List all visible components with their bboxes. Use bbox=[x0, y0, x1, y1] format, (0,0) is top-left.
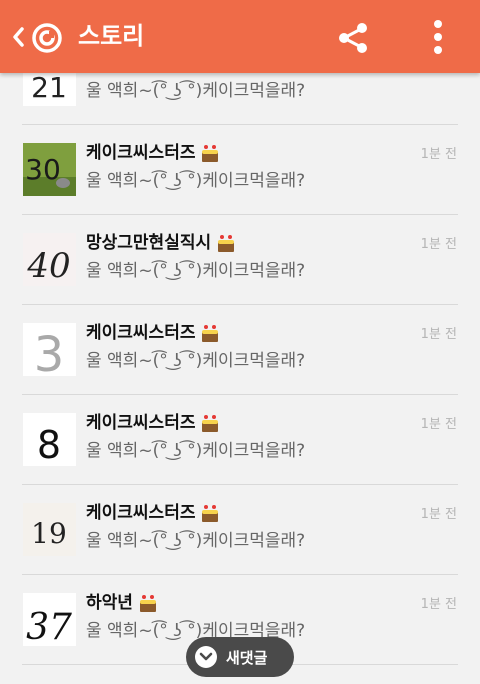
author-name: 망상그만현실직시 bbox=[86, 233, 212, 253]
author-name: 케이크씨스터즈 bbox=[86, 413, 196, 433]
avatar-label: 21 bbox=[31, 71, 67, 104]
new-comment-label: 새댓글 bbox=[226, 648, 268, 667]
avatar-label: 37 bbox=[26, 607, 72, 646]
avatar[interactable]: 40 bbox=[23, 233, 76, 286]
comment-author[interactable]: 케이크씨스터즈 bbox=[86, 411, 219, 435]
comment-time: 1분 전 bbox=[420, 327, 457, 342]
avatar[interactable]: 30 bbox=[23, 143, 76, 196]
back-button[interactable] bbox=[4, 20, 32, 54]
comment-author[interactable]: 케이크씨스터즈 bbox=[86, 321, 219, 345]
new-comment-button[interactable]: 새댓글 bbox=[186, 637, 294, 677]
avatar[interactable]: 37 bbox=[23, 593, 76, 646]
chevron-left-icon bbox=[13, 27, 24, 47]
comment-time: 1분 전 bbox=[420, 597, 457, 612]
avatar[interactable]: 19 bbox=[23, 503, 76, 556]
cake-icon bbox=[139, 593, 157, 613]
comment-row[interactable]: 19 케이크씨스터즈 1분 전 울 액희~(͡° ͜ʖ ͡°)케이크먹을래? bbox=[0, 485, 480, 575]
cake-icon bbox=[201, 143, 219, 163]
avatar[interactable]: 3 bbox=[23, 323, 76, 376]
cake-icon bbox=[201, 503, 219, 523]
comment-message: 울 액희~(͡° ͜ʖ ͡°)케이크먹을래? bbox=[86, 171, 306, 191]
share-icon bbox=[339, 23, 367, 53]
more-vertical-icon bbox=[434, 20, 442, 54]
app-logo-icon[interactable] bbox=[31, 22, 63, 54]
page-title: 스토리 bbox=[78, 22, 145, 50]
avatar-label: 40 bbox=[26, 246, 70, 286]
comment-message: 울 액희~(͡° ͜ʖ ͡°)케이크먹을래? bbox=[86, 351, 306, 371]
comment-row[interactable]: 30 케이크씨스터즈 1분 전 울 액희~(͡° ͜ʖ ͡°)케이크먹을래? bbox=[0, 125, 480, 215]
avatar-label: 30 bbox=[25, 153, 61, 186]
comment-row[interactable]: 8 케이크씨스터즈 1분 전 울 액희~(͡° ͜ʖ ͡°)케이크먹을래? bbox=[0, 395, 480, 485]
chevron-down-icon bbox=[195, 646, 217, 668]
comment-time: 1분 전 bbox=[420, 417, 457, 432]
avatar[interactable]: 8 bbox=[23, 413, 76, 466]
avatar-label: 19 bbox=[31, 517, 67, 550]
avatar-label: 3 bbox=[34, 327, 65, 376]
author-name: 케이크씨스터즈 bbox=[86, 323, 196, 343]
top-bar: 스토리 bbox=[0, 0, 480, 73]
author-name: 하악년 bbox=[86, 593, 133, 613]
comment-time: 1분 전 bbox=[420, 507, 457, 522]
comment-author[interactable]: 하악년 bbox=[86, 591, 157, 615]
comment-author[interactable]: 케이크씨스터즈 bbox=[86, 501, 219, 525]
comment-author[interactable]: 망상그만현실직시 bbox=[86, 231, 235, 255]
avatar-label: 8 bbox=[37, 423, 61, 466]
comment-message: 울 액희~(͡° ͜ʖ ͡°)케이크먹을래? bbox=[86, 441, 306, 461]
cake-icon bbox=[201, 413, 219, 433]
share-button[interactable] bbox=[333, 20, 373, 56]
comment-message: 울 액희~(͡° ͜ʖ ͡°)케이크먹을래? bbox=[86, 531, 306, 551]
comment-message: 울 액희~(͡° ͜ʖ ͡°)케이크먹을래? bbox=[86, 261, 306, 281]
comment-time: 1분 전 bbox=[420, 147, 457, 162]
author-name: 케이크씨스터즈 bbox=[86, 143, 196, 163]
comment-row[interactable]: 3 케이크씨스터즈 1분 전 울 액희~(͡° ͜ʖ ͡°)케이크먹을래? bbox=[0, 305, 480, 395]
more-button[interactable] bbox=[422, 16, 454, 58]
comment-time: 1분 전 bbox=[420, 237, 457, 252]
comment-message: 울 액희~(͡° ͜ʖ ͡°)케이크먹을래? bbox=[86, 81, 306, 101]
cake-icon bbox=[201, 323, 219, 343]
comment-row[interactable]: 40 망상그만현실직시 1분 전 울 액희~(͡° ͜ʖ ͡°)케이크먹을래? bbox=[0, 215, 480, 305]
cake-icon bbox=[217, 233, 235, 253]
author-name: 케이크씨스터즈 bbox=[86, 503, 196, 523]
comment-author[interactable]: 케이크씨스터즈 bbox=[86, 141, 219, 165]
